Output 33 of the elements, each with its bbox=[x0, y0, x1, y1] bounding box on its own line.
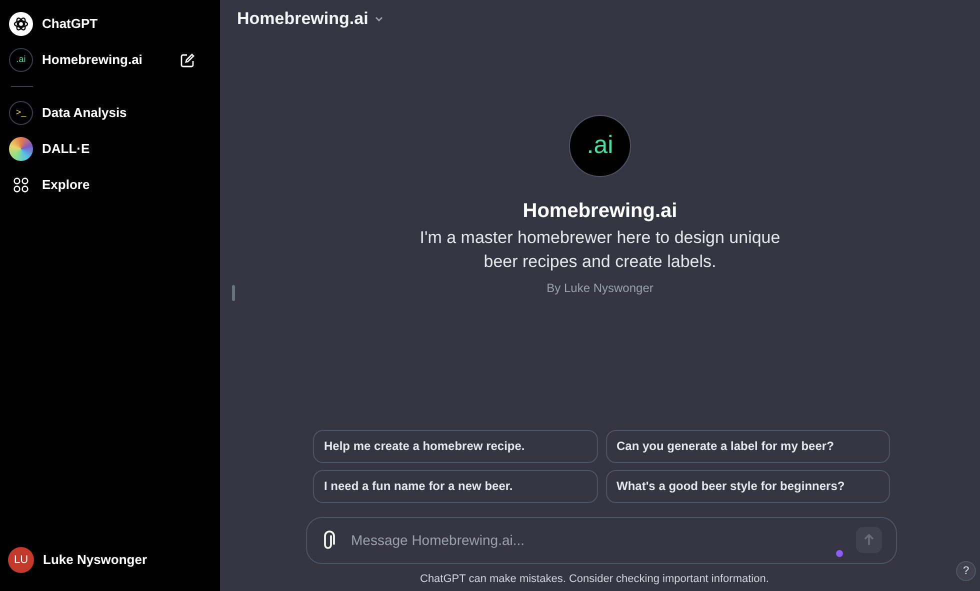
message-input[interactable]: Message Homebrewing.ai... bbox=[351, 530, 844, 550]
model-selector[interactable]: Homebrewing.ai bbox=[237, 6, 384, 32]
gpt-author: By Luke Nyswonger bbox=[546, 280, 654, 297]
sidebar-item-label: DALL·E bbox=[42, 140, 91, 158]
user-avatar[interactable]: LU bbox=[8, 547, 34, 573]
gpt-logo: .ai bbox=[569, 115, 631, 177]
user-name[interactable]: Luke Nyswonger bbox=[43, 550, 148, 570]
terminal-avatar: >_ bbox=[9, 101, 33, 125]
gradient-avatar bbox=[9, 137, 33, 161]
knot-logo-icon bbox=[9, 12, 33, 36]
sidebar-item-label: Explore bbox=[42, 176, 91, 194]
suggestion-button[interactable]: What's a good beer style for beginners? bbox=[606, 470, 890, 502]
suggestion-button[interactable]: Help me create a homebrew recipe. bbox=[313, 430, 598, 462]
disclaimer: ChatGPT can make mistakes. Consider checking important information. bbox=[420, 572, 769, 586]
sidebar-item[interactable]: DALL·E bbox=[8, 131, 212, 167]
sidebar-item[interactable]: .ai Homebrewing.ai bbox=[8, 42, 212, 78]
chevron-down-icon bbox=[374, 14, 384, 24]
sidebar-item-label: Homebrewing.ai bbox=[42, 51, 144, 70]
gpt-description: I'm a master homebrewer here to design unique beer recipes and create labels. bbox=[418, 227, 782, 273]
sidebar-item[interactable]: >_ Data Analysis bbox=[8, 95, 212, 131]
suggestion-button[interactable]: Can you generate a label for my beer? bbox=[606, 430, 890, 462]
sidebar-item-label: ChatGPT bbox=[42, 15, 99, 34]
gpt-avatar: .ai bbox=[9, 48, 33, 72]
resize-handle[interactable] bbox=[232, 285, 235, 301]
message-field[interactable]: Message Homebrewing.ai... bbox=[306, 516, 897, 564]
edit-icon[interactable] bbox=[180, 52, 195, 68]
sidebar-item-label: Data Analysis bbox=[42, 104, 128, 122]
suggestion-button[interactable]: I need a fun name for a new beer. bbox=[313, 470, 598, 502]
help-button[interactable]: ? bbox=[956, 561, 976, 581]
arrow-up-icon bbox=[862, 533, 876, 547]
gpt-name: Homebrewing.ai bbox=[522, 199, 678, 224]
sidebar-item[interactable]: Explore bbox=[8, 167, 212, 203]
sidebar-item[interactable]: ChatGPT bbox=[8, 6, 212, 42]
